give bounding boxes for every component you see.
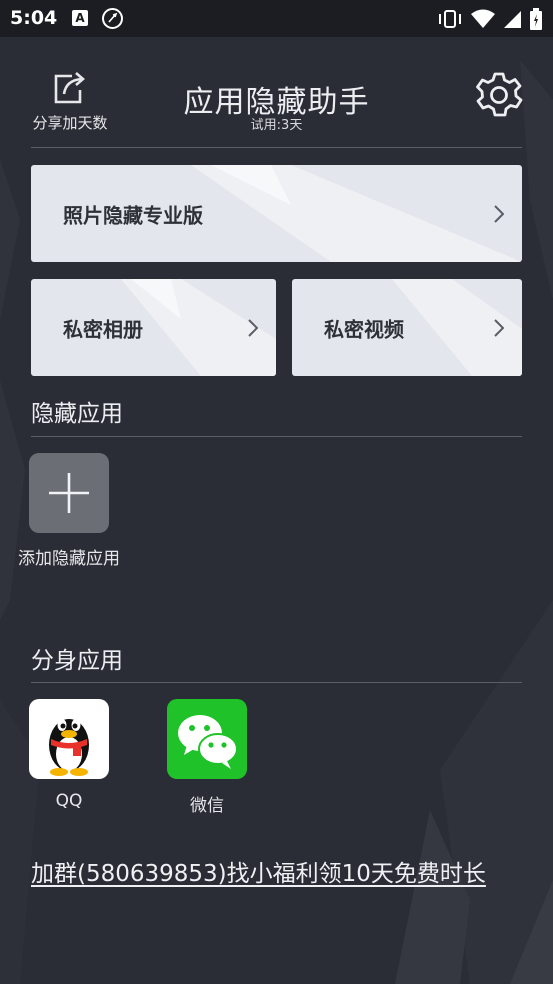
chevron-right-icon <box>494 318 504 337</box>
private-album-card[interactable]: 私密相册 <box>31 279 276 376</box>
photo-hide-pro-card[interactable]: 照片隐藏专业版 <box>31 165 522 262</box>
clone-apps-divider <box>31 682 522 683</box>
add-hidden-app-label: 添加隐藏应用 <box>18 549 120 569</box>
vibrate-icon <box>439 10 461 28</box>
wechat-icon <box>178 715 238 769</box>
status-bar: 5:04 A <box>0 0 553 37</box>
wechat-label: 微信 <box>190 796 224 816</box>
rocket-notification-icon <box>102 8 123 29</box>
qq-app-tile[interactable] <box>29 699 109 779</box>
trial-days-label: 试用:3天 <box>250 118 303 133</box>
cell-signal-icon <box>504 11 521 28</box>
private-video-label: 私密视频 <box>324 317 404 341</box>
accessibility-notification-icon: A <box>72 10 88 26</box>
private-album-label: 私密相册 <box>63 317 143 341</box>
qq-label: QQ <box>55 791 83 811</box>
status-time: 5:04 <box>10 7 58 29</box>
chevron-right-icon <box>248 318 258 337</box>
hidden-apps-divider <box>31 436 522 437</box>
hidden-apps-title: 隐藏应用 <box>31 401 123 427</box>
photo-hide-pro-label: 照片隐藏专业版 <box>63 203 203 227</box>
add-hidden-app-button[interactable] <box>29 453 109 533</box>
private-video-card[interactable]: 私密视频 <box>292 279 522 376</box>
chevron-right-icon <box>494 204 504 223</box>
wifi-icon <box>471 9 495 28</box>
wechat-app-tile[interactable] <box>167 699 247 779</box>
clone-apps-title: 分身应用 <box>31 648 123 674</box>
gear-icon <box>476 72 523 117</box>
app-header: 分享加天数 应用隐藏助手 试用:3天 <box>0 37 553 147</box>
header-divider <box>31 147 522 148</box>
settings-button[interactable] <box>474 70 524 124</box>
plus-icon <box>49 473 89 513</box>
join-group-promo-link[interactable]: 加群(580639853)找小福利领10天免费时长 <box>31 854 486 888</box>
qq-penguin-icon <box>49 719 89 776</box>
battery-icon <box>530 8 542 30</box>
